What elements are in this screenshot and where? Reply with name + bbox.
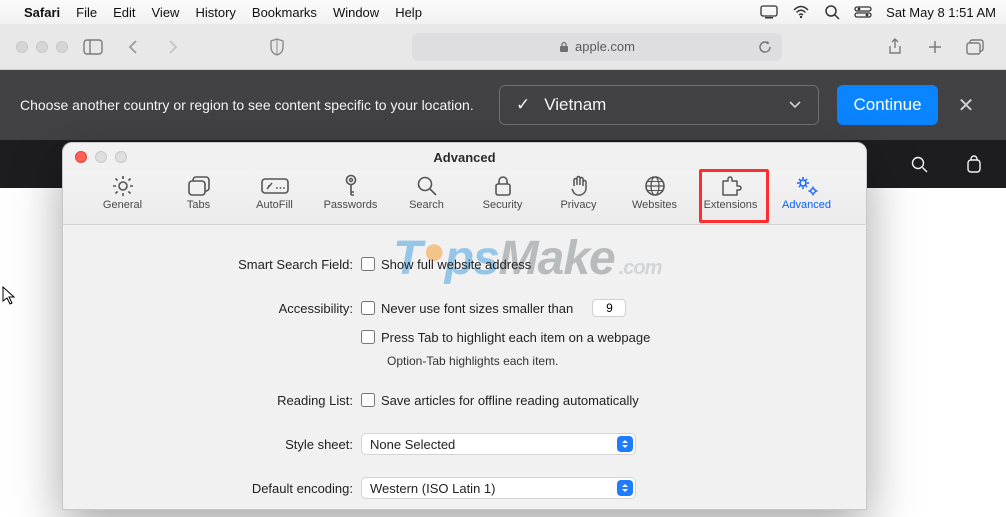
address-text: apple.com	[575, 39, 635, 54]
macos-menubar: Safari File Edit View History Bookmarks …	[0, 0, 1006, 24]
banner-message: Choose another country or region to see …	[20, 97, 499, 113]
stylesheet-select[interactable]: None Selected	[361, 433, 636, 455]
option-tab-hint: Option-Tab highlights each item.	[387, 354, 866, 368]
tab-tabs[interactable]: Tabs	[171, 173, 227, 211]
press-tab-label: Press Tab to highlight each item on a we…	[381, 330, 650, 345]
tab-autofill[interactable]: AutoFill	[247, 173, 303, 211]
prefs-title: Advanced	[63, 143, 866, 171]
label-default-encoding: Default encoding:	[63, 481, 361, 496]
menubar-window[interactable]: Window	[333, 5, 379, 20]
menubar-app[interactable]: Safari	[24, 5, 60, 20]
label-smart-search: Smart Search Field:	[63, 257, 361, 272]
hand-icon	[569, 173, 589, 199]
tab-general[interactable]: General	[95, 173, 151, 211]
tabs-icon	[187, 173, 211, 199]
label-style-sheet: Style sheet:	[63, 437, 361, 452]
window-traffic-lights[interactable]	[16, 41, 68, 53]
banner-close-icon[interactable]: ✕	[946, 93, 986, 118]
tab-websites[interactable]: Websites	[627, 173, 683, 211]
tab-search[interactable]: Search	[399, 173, 455, 211]
reload-icon[interactable]	[758, 40, 772, 54]
chevron-down-icon	[788, 100, 802, 110]
check-icon: ✓	[516, 95, 530, 115]
region-value: Vietnam	[544, 95, 606, 115]
press-tab-checkbox[interactable]	[361, 330, 375, 344]
tab-overview-icon[interactable]	[960, 34, 990, 60]
select-arrows-icon	[617, 480, 633, 496]
sidebar-toggle-icon[interactable]	[78, 34, 108, 60]
encoding-select[interactable]: Western (ISO Latin 1)	[361, 477, 636, 499]
control-center-icon[interactable]	[854, 6, 872, 18]
region-select[interactable]: ✓ Vietnam	[499, 85, 819, 125]
safari-toolbar: apple.com	[0, 24, 1006, 70]
prefs-form: Smart Search Field: Show full website ad…	[63, 238, 866, 510]
site-search-icon[interactable]	[911, 156, 928, 173]
gears-icon	[794, 173, 820, 199]
menubar-view[interactable]: View	[152, 5, 180, 20]
address-bar[interactable]: apple.com	[412, 33, 782, 61]
region-banner: Choose another country or region to see …	[0, 70, 1006, 140]
menubar-file[interactable]: File	[76, 5, 97, 20]
gear-icon	[111, 173, 135, 199]
menubar-edit[interactable]: Edit	[113, 5, 135, 20]
select-arrows-icon	[617, 436, 633, 452]
show-full-address-checkbox[interactable]	[361, 257, 375, 271]
screen-mirroring-icon[interactable]	[760, 5, 778, 19]
label-accessibility: Accessibility:	[63, 301, 361, 316]
safari-preferences-window: Advanced General Tabs AutoFill Passwords…	[62, 142, 867, 510]
prefs-tabs: General Tabs AutoFill Passwords Search S…	[63, 171, 866, 225]
tab-privacy[interactable]: Privacy	[551, 173, 607, 211]
tab-advanced[interactable]: Advanced	[779, 173, 835, 211]
save-offline-label: Save articles for offline reading automa…	[381, 393, 639, 408]
search-icon	[416, 173, 438, 199]
forward-button[interactable]	[158, 34, 188, 60]
privacy-report-icon[interactable]	[262, 34, 292, 60]
tab-highlight-box	[699, 169, 769, 223]
share-icon[interactable]	[880, 34, 910, 60]
globe-icon	[644, 173, 666, 199]
key-icon	[341, 173, 361, 199]
min-font-size-checkbox[interactable]	[361, 301, 375, 315]
new-tab-icon[interactable]	[920, 34, 950, 60]
tab-passwords[interactable]: Passwords	[323, 173, 379, 211]
shopping-bag-icon[interactable]	[966, 155, 982, 173]
back-button[interactable]	[118, 34, 148, 60]
menubar-bookmarks[interactable]: Bookmarks	[252, 5, 317, 20]
min-font-size-label: Never use font sizes smaller than	[381, 301, 573, 316]
show-full-address-label: Show full website address	[381, 257, 531, 272]
spotlight-icon[interactable]	[824, 4, 840, 20]
lock-icon	[559, 41, 569, 53]
menubar-history[interactable]: History	[195, 5, 235, 20]
wifi-icon[interactable]	[792, 5, 810, 19]
cursor-icon	[2, 286, 18, 306]
label-reading-list: Reading List:	[63, 393, 361, 408]
autofill-icon	[261, 173, 289, 199]
menubar-help[interactable]: Help	[395, 5, 422, 20]
min-font-size-input[interactable]	[592, 299, 626, 317]
save-offline-checkbox[interactable]	[361, 393, 375, 407]
continue-button[interactable]: Continue	[837, 85, 938, 125]
tab-security[interactable]: Security	[475, 173, 531, 211]
padlock-icon	[494, 173, 512, 199]
menubar-clock[interactable]: Sat May 8 1:51 AM	[886, 5, 996, 20]
